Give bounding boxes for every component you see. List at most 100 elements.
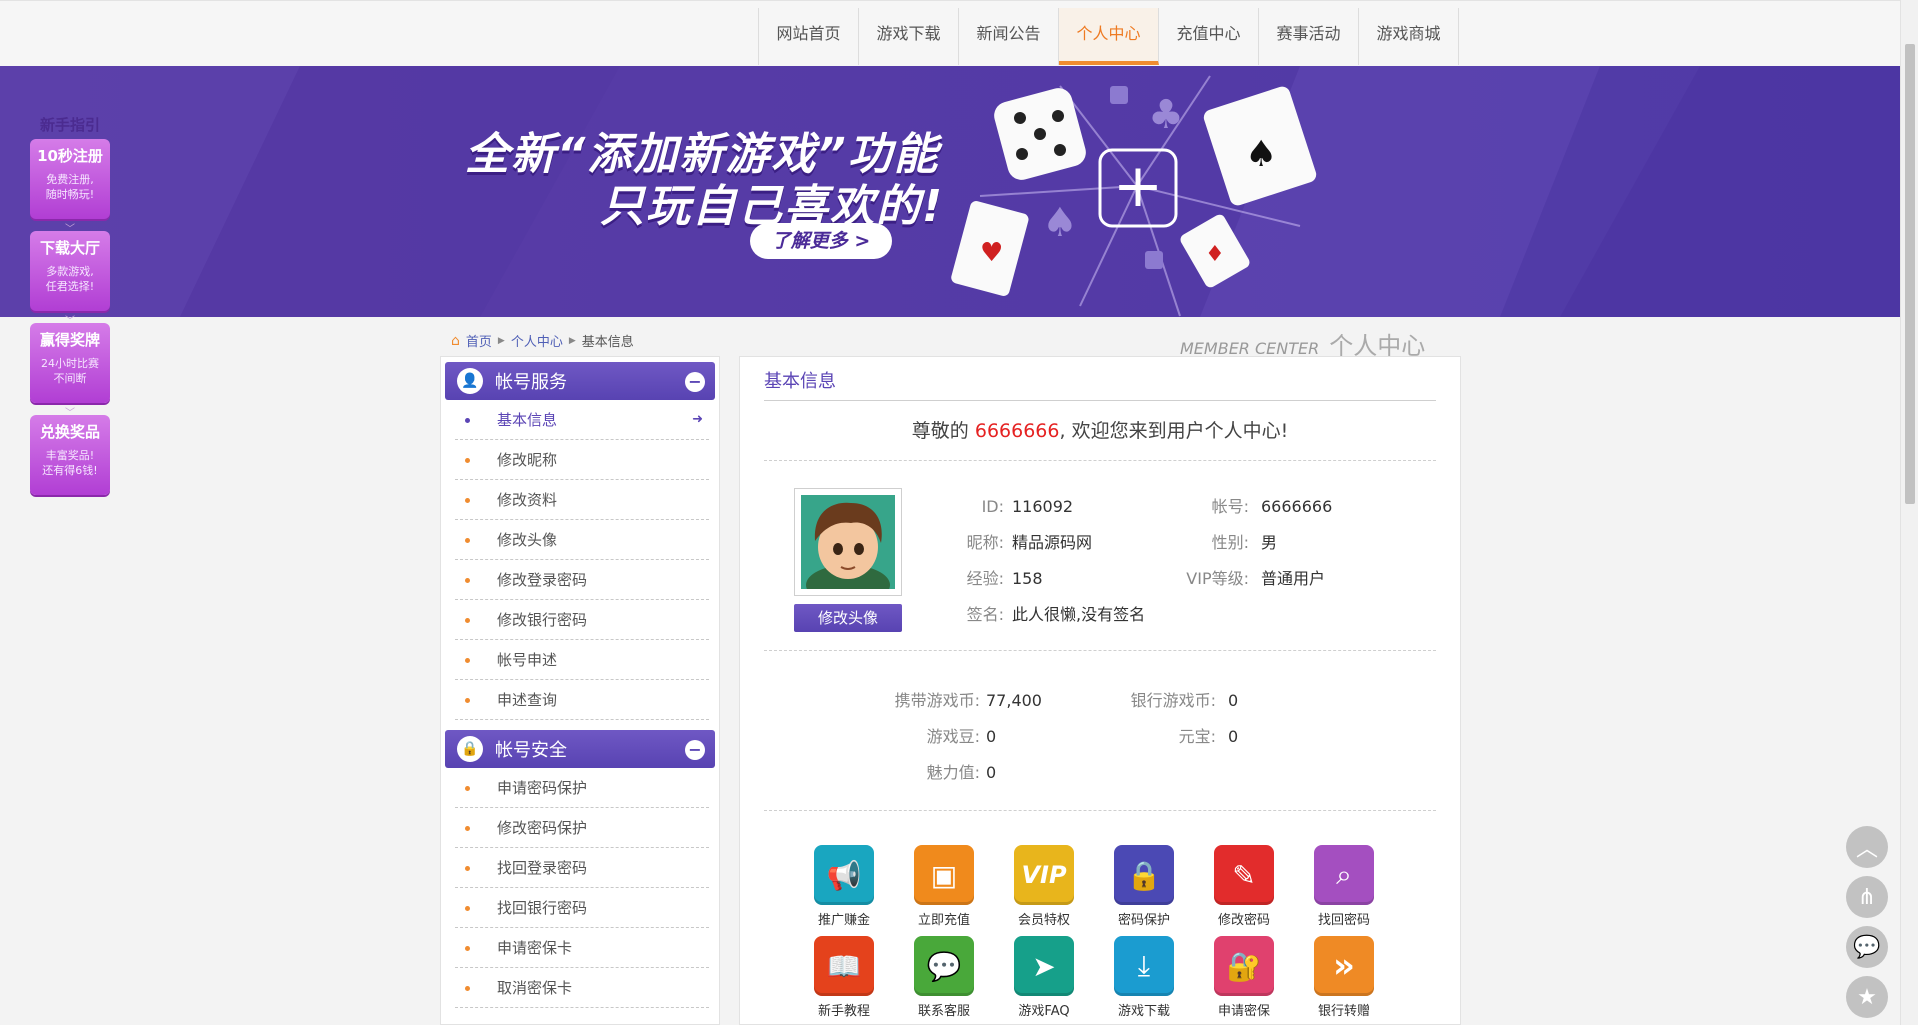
shortcut-change-password[interactable]: ✎ 修改密码 [1194,845,1294,928]
sidebar-item-change-profile[interactable]: 修改资料 [455,480,709,520]
nav-news[interactable]: 新闻公告 [959,8,1059,65]
guide-card-download[interactable]: 下载大厅 多款游戏, 任君选择! ﹀ [30,231,110,327]
guide-card-register[interactable]: 10秒注册 免费注册, 随时畅玩! ﹀ [30,139,110,235]
sidebar-item-account-appeal[interactable]: 帐号申述 [455,640,709,680]
page-scrollbar[interactable] [1900,0,1918,1025]
learn-more-button[interactable]: 了解更多 > [750,223,892,259]
sidebar-item-cancel-security-card[interactable]: 取消密保卡 [455,968,709,1008]
breadcrumb-home[interactable]: 首页 [466,331,492,350]
bullet-icon [465,866,470,871]
guide-card-desc: 免费注册, [46,173,94,186]
sidebar-item-change-avatar[interactable]: 修改头像 [455,520,709,560]
sidebar-item-label: 取消密保卡 [497,979,573,997]
exp-value: 158 [1012,569,1043,588]
shortcut-faq[interactable]: ➤ 游戏FAQ [994,936,1094,1019]
info-row: 昵称: 精品源码网 性别: 男 [944,525,1332,561]
shortcut-promote[interactable]: 📢 推广赚金 [794,845,894,928]
shortcut-password-protection[interactable]: 🔒 密码保护 [1094,845,1194,928]
chevron-down-icon: ﹀ [65,408,75,419]
shortcut-label: 会员特权 [1017,913,1070,928]
section-account-service[interactable]: 👤 帐号服务 − [445,362,715,400]
chat-bubble-icon[interactable]: 💬 [1846,926,1888,968]
shortcut-label: 申请密保 [1217,1004,1270,1019]
share-icon[interactable]: ⋔ [1846,876,1888,918]
nav-events[interactable]: 赛事活动 [1259,8,1359,65]
book-icon: 📖 [814,936,874,996]
sidebar-item-change-login-password[interactable]: 修改登录密码 [455,560,709,600]
shortcut-label: 联系客服 [917,1004,970,1019]
padlock-icon: 🔐 [1214,936,1274,996]
bullet-icon [465,578,470,583]
banner-background-graphic: + ♠ ♥ ♦ ♣ ♠ [0,66,1900,317]
bullet-icon [465,906,470,911]
shortcut-tutorial[interactable]: 📖 新手教程 [794,936,894,1019]
sidebar-item-apply-security-card[interactable]: 申请密保卡 [455,928,709,968]
main-nav: 网站首页 游戏下载 新闻公告 个人中心 充值中心 赛事活动 游戏商城 [758,8,1459,65]
shortcut-grid: 📢 推广赚金 ▣ 立即充值 VIP 会员特权 🔒 密码保护 ✎ 修改密码 ⌕ 找… [794,845,1436,1019]
account-security-menu: 申请密码保护 修改密码保护 找回登录密码 找回银行密码 申请密保卡 取消密保卡 [455,768,709,1008]
chat-icon: 💬 [914,936,974,996]
sidebar-item-appeal-query[interactable]: 申述查询 [455,680,709,720]
nav-shop[interactable]: 游戏商城 [1359,8,1459,65]
sidebar-item-change-password-protection[interactable]: 修改密码保护 [455,808,709,848]
change-avatar-button[interactable]: 修改头像 [794,604,902,632]
shortcut-bank-transfer[interactable]: » 银行转赠 [1294,936,1394,1019]
section-title: 帐号安全 [495,740,567,761]
guide-card-title: 10秒注册 [37,147,103,165]
bullet-icon [465,786,470,791]
nav-member-center[interactable]: 个人中心 [1059,8,1159,65]
yuanbao-value: 0 [1228,727,1239,746]
guide-card-desc: 丰富奖品! [45,449,95,462]
shortcut-apply-security[interactable]: 🔐 申请密保 [1194,936,1294,1019]
collapse-icon[interactable]: − [685,372,705,392]
shortcut-vip[interactable]: VIP 会员特权 [994,845,1094,928]
collapse-icon[interactable]: − [685,740,705,760]
bullet-icon [465,698,470,703]
main-content: 基本信息 尊敬的 6666666, 欢迎您来到用户个人中心! 修改头像 ID: … [739,356,1461,1025]
account-label: 帐号: [1211,497,1249,516]
back-to-top-icon[interactable]: ︿ [1846,826,1888,868]
svg-text:♥: ♥ [980,238,1003,268]
sidebar-item-recover-login-password[interactable]: 找回登录密码 [455,848,709,888]
profile-info: ID: 116092 帐号: 6666666 昵称: 精品源码网 性别: 男 经… [944,489,1333,633]
shortcut-recharge[interactable]: ▣ 立即充值 [894,845,994,928]
sidebar-item-change-bank-password[interactable]: 修改银行密码 [455,600,709,640]
sidebar-item-basic-info[interactable]: 基本信息 ➜ [455,400,709,440]
user-icon: 👤 [457,368,483,394]
sidebar-item-change-nickname[interactable]: 修改昵称 [455,440,709,480]
shortcut-label: 推广赚金 [817,913,870,928]
sidebar-item-apply-password-protection[interactable]: 申请密码保护 [455,768,709,808]
charm-value: 0 [986,763,997,782]
wallet-icon: ▣ [914,845,974,905]
account-value: 6666666 [1261,497,1333,516]
nav-recharge[interactable]: 充值中心 [1159,8,1259,65]
nav-home[interactable]: 网站首页 [759,8,859,65]
caret-right-icon: ▶ [497,335,505,346]
breadcrumb-member-center[interactable]: 个人中心 [511,331,563,350]
scrollbar-thumb[interactable] [1905,44,1915,504]
currency-section: 携带游戏币: 77,400 银行游戏币: 0 游戏豆: 0 元宝: 0 魅力值:… [764,651,1436,811]
shortcut-recover-password[interactable]: ⌕ 找回密码 [1294,845,1394,928]
guide-card-prizes[interactable]: 兑换奖品 丰富奖品! 还有得6钱! [30,415,110,495]
svg-text:♠: ♠ [1245,134,1277,175]
promo-banner[interactable]: + ♠ ♥ ♦ ♣ ♠ 全新“添加新游戏”功能 只玩自己喜欢的! 了解更多 > [0,66,1900,317]
shortcut-label: 找回密码 [1317,913,1370,928]
arrow-right-icon: ➜ [692,412,703,427]
favorite-star-icon[interactable]: ★ [1846,976,1888,1018]
section-account-security[interactable]: 🔒 帐号安全 − [445,730,715,768]
nav-game-download[interactable]: 游戏下载 [859,8,959,65]
svg-text:♦: ♦ [1205,242,1225,267]
guide-card-desc: 还有得6钱! [42,464,98,477]
shortcut-download[interactable]: ⤓ 游戏下载 [1094,936,1194,1019]
id-value: 116092 [1012,497,1074,516]
gender-value: 男 [1261,533,1278,552]
guide-card-medals[interactable]: 赢得奖牌 24小时比赛 不间断 ﹀ [30,323,110,419]
section-title: 帐号服务 [495,372,567,393]
guide-card-desc: 任君选择! [45,280,95,293]
download-icon: ⤓ [1114,936,1174,996]
shortcut-support[interactable]: 💬 联系客服 [894,936,994,1019]
sidebar-item-recover-bank-password[interactable]: 找回银行密码 [455,888,709,928]
sidebar-item-label: 修改资料 [497,491,558,509]
vip-icon: VIP [1014,845,1074,905]
coin-row: 携带游戏币: 77,400 银行游戏币: 0 [764,683,1436,719]
